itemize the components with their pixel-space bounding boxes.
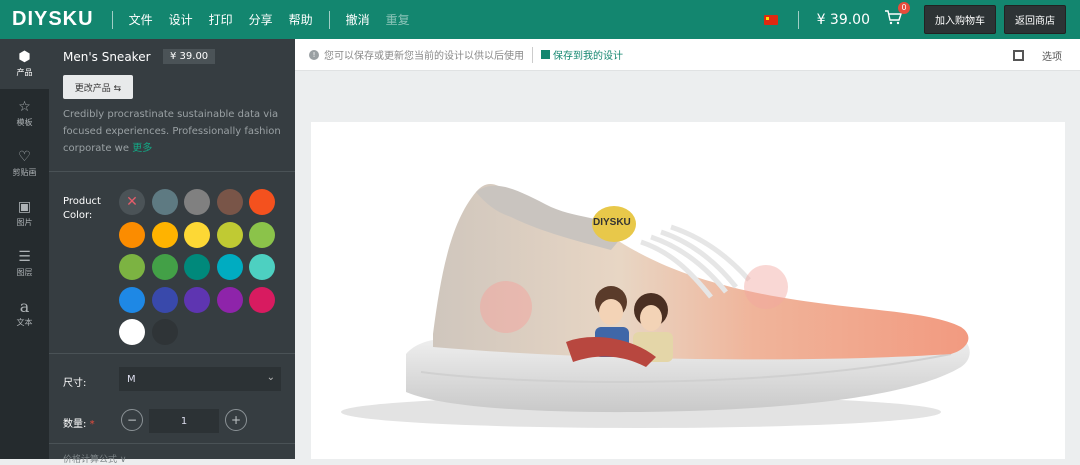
shopping-cart-icon[interactable]: 0	[884, 2, 910, 29]
design-toolbar: ! 您可以保存或更新您当前的设计以供以后使用 保存到我的设计 选项	[295, 39, 1080, 71]
sidebar-item-label: 图层	[16, 268, 33, 277]
image-icon: ▣	[17, 199, 32, 215]
chevron-down-icon: ⌄	[266, 372, 275, 383]
shoe-logo-text: DIYSKU	[593, 217, 631, 228]
color-swatch-none[interactable]: ✕	[119, 189, 145, 215]
divider	[111, 10, 113, 29]
info-icon: !	[309, 49, 319, 60]
redo-button[interactable]: 重复	[386, 11, 410, 28]
cube-icon: ⬢	[18, 49, 31, 65]
star-icon: ☆	[18, 99, 31, 115]
back-to-store-button[interactable]: 返回商店	[1004, 5, 1066, 34]
divider	[797, 10, 799, 29]
sidebar-item-text[interactable]: a 文本	[0, 289, 49, 339]
sidebar-item-label: 图片	[16, 218, 33, 227]
product-color-label: Product Color:	[63, 195, 101, 223]
sidebar-item-label: 模板	[16, 118, 33, 127]
header-right: ¥ 39.00 0 加入购物车 返回商店	[763, 0, 1066, 39]
logo: DIYSKU	[12, 8, 94, 30]
color-swatch[interactable]	[216, 254, 243, 280]
save-design-button[interactable]: 保存到我的设计	[541, 47, 623, 62]
divider	[49, 443, 295, 444]
product-panel: Men's Sneaker ¥ 39.00 更改产品 ⇆ Credibly pr…	[49, 39, 295, 465]
layers-icon: ☰	[18, 249, 31, 265]
color-swatch[interactable]	[119, 221, 145, 248]
divider	[49, 353, 295, 354]
color-swatch[interactable]	[119, 254, 145, 280]
color-swatch[interactable]	[151, 189, 178, 215]
save-icon	[541, 50, 550, 59]
product-color-label-line1: Product	[63, 196, 101, 207]
color-swatch[interactable]	[151, 286, 178, 313]
required-asterisk: *	[89, 419, 95, 430]
sidebar-item-label: 文本	[16, 318, 33, 327]
sidebar-item-clipart[interactable]: ♡ 剪贴画	[0, 139, 49, 189]
size-label: 尺寸:	[63, 378, 87, 389]
add-to-cart-button[interactable]: 加入购物车	[924, 5, 996, 34]
top-navbar: DIYSKU 文件 设计 打印 分享 帮助 撤消 重复 ¥ 39.00 0 加入…	[0, 0, 1080, 39]
size-value: M	[127, 373, 136, 385]
menu-share[interactable]: 分享	[249, 11, 273, 28]
sidebar-item-label: 产品	[16, 68, 33, 77]
divider	[532, 46, 533, 63]
heart-icon: ♡	[18, 149, 31, 165]
color-swatch[interactable]	[184, 221, 210, 248]
divider	[328, 10, 330, 29]
change-product-button[interactable]: 更改产品 ⇆	[63, 75, 133, 99]
cart-count-badge: 0	[898, 2, 910, 14]
color-swatch[interactable]	[151, 254, 178, 280]
product-price-badge: ¥ 39.00	[163, 49, 216, 64]
china-flag-icon[interactable]	[763, 14, 778, 25]
color-swatch[interactable]	[119, 319, 145, 345]
color-swatch[interactable]	[249, 189, 275, 215]
undo-button[interactable]: 撤消	[346, 11, 370, 28]
quantity-label: 数量: *	[63, 415, 95, 430]
menu-print[interactable]: 打印	[209, 11, 233, 28]
color-swatch[interactable]	[184, 286, 210, 313]
sneaker-image: DIYSKU	[341, 183, 970, 428]
save-design-label: 保存到我的设计	[553, 51, 623, 62]
product-name: Men's Sneaker	[63, 50, 151, 64]
design-canvas[interactable]: DIYSKU	[311, 122, 1065, 459]
options-button[interactable]: 选项	[1042, 48, 1062, 63]
total-price: ¥ 39.00	[816, 11, 870, 28]
color-swatch[interactable]	[119, 286, 145, 313]
sidebar-item-layers[interactable]: ☰ 图层	[0, 239, 49, 289]
save-info-text: 您可以保存或更新您当前的设计以供以后使用	[324, 51, 524, 62]
qr-code-icon[interactable]	[1013, 49, 1024, 61]
product-description: Credibly procrastinate sustainable data …	[63, 106, 288, 157]
color-swatch[interactable]	[249, 221, 275, 248]
color-swatch[interactable]	[249, 286, 275, 313]
color-swatch[interactable]	[216, 189, 243, 215]
color-swatch[interactable]	[184, 254, 210, 280]
quantity-minus-button[interactable]: −	[121, 409, 143, 431]
menu-design[interactable]: 设计	[169, 11, 193, 28]
menu-file[interactable]: 文件	[129, 11, 153, 28]
divider	[49, 171, 295, 172]
text-icon: a	[19, 297, 30, 316]
sidebar-item-label: 剪贴画	[12, 168, 37, 177]
sidebar-item-template[interactable]: ☆ 模板	[0, 89, 49, 139]
color-swatch[interactable]	[216, 286, 243, 313]
menu-help[interactable]: 帮助	[289, 11, 313, 28]
quantity-plus-button[interactable]: +	[225, 409, 247, 431]
color-swatches: ✕	[119, 189, 289, 345]
toolbar-right: 选项	[1013, 39, 1062, 71]
quantity-label-text: 数量:	[63, 419, 87, 430]
size-select[interactable]: M ⌄	[119, 367, 281, 391]
color-swatch[interactable]	[216, 221, 243, 248]
color-swatch[interactable]	[151, 319, 178, 345]
color-swatch[interactable]	[151, 221, 178, 248]
left-icon-bar: ⬢ 产品 ☆ 模板 ♡ 剪贴画 ▣ 图片 ☰ 图层 a 文本	[0, 39, 49, 459]
color-swatch[interactable]	[249, 254, 275, 280]
product-color-label-line2: Color:	[63, 210, 93, 221]
sidebar-item-image[interactable]: ▣ 图片	[0, 189, 49, 239]
more-link[interactable]: 更多	[132, 143, 152, 154]
description-text: Credibly procrastinate sustainable data …	[63, 109, 281, 154]
quantity-input[interactable]: 1	[149, 409, 219, 433]
sidebar-item-product[interactable]: ⬢ 产品	[0, 39, 49, 89]
color-swatch[interactable]	[184, 189, 210, 215]
